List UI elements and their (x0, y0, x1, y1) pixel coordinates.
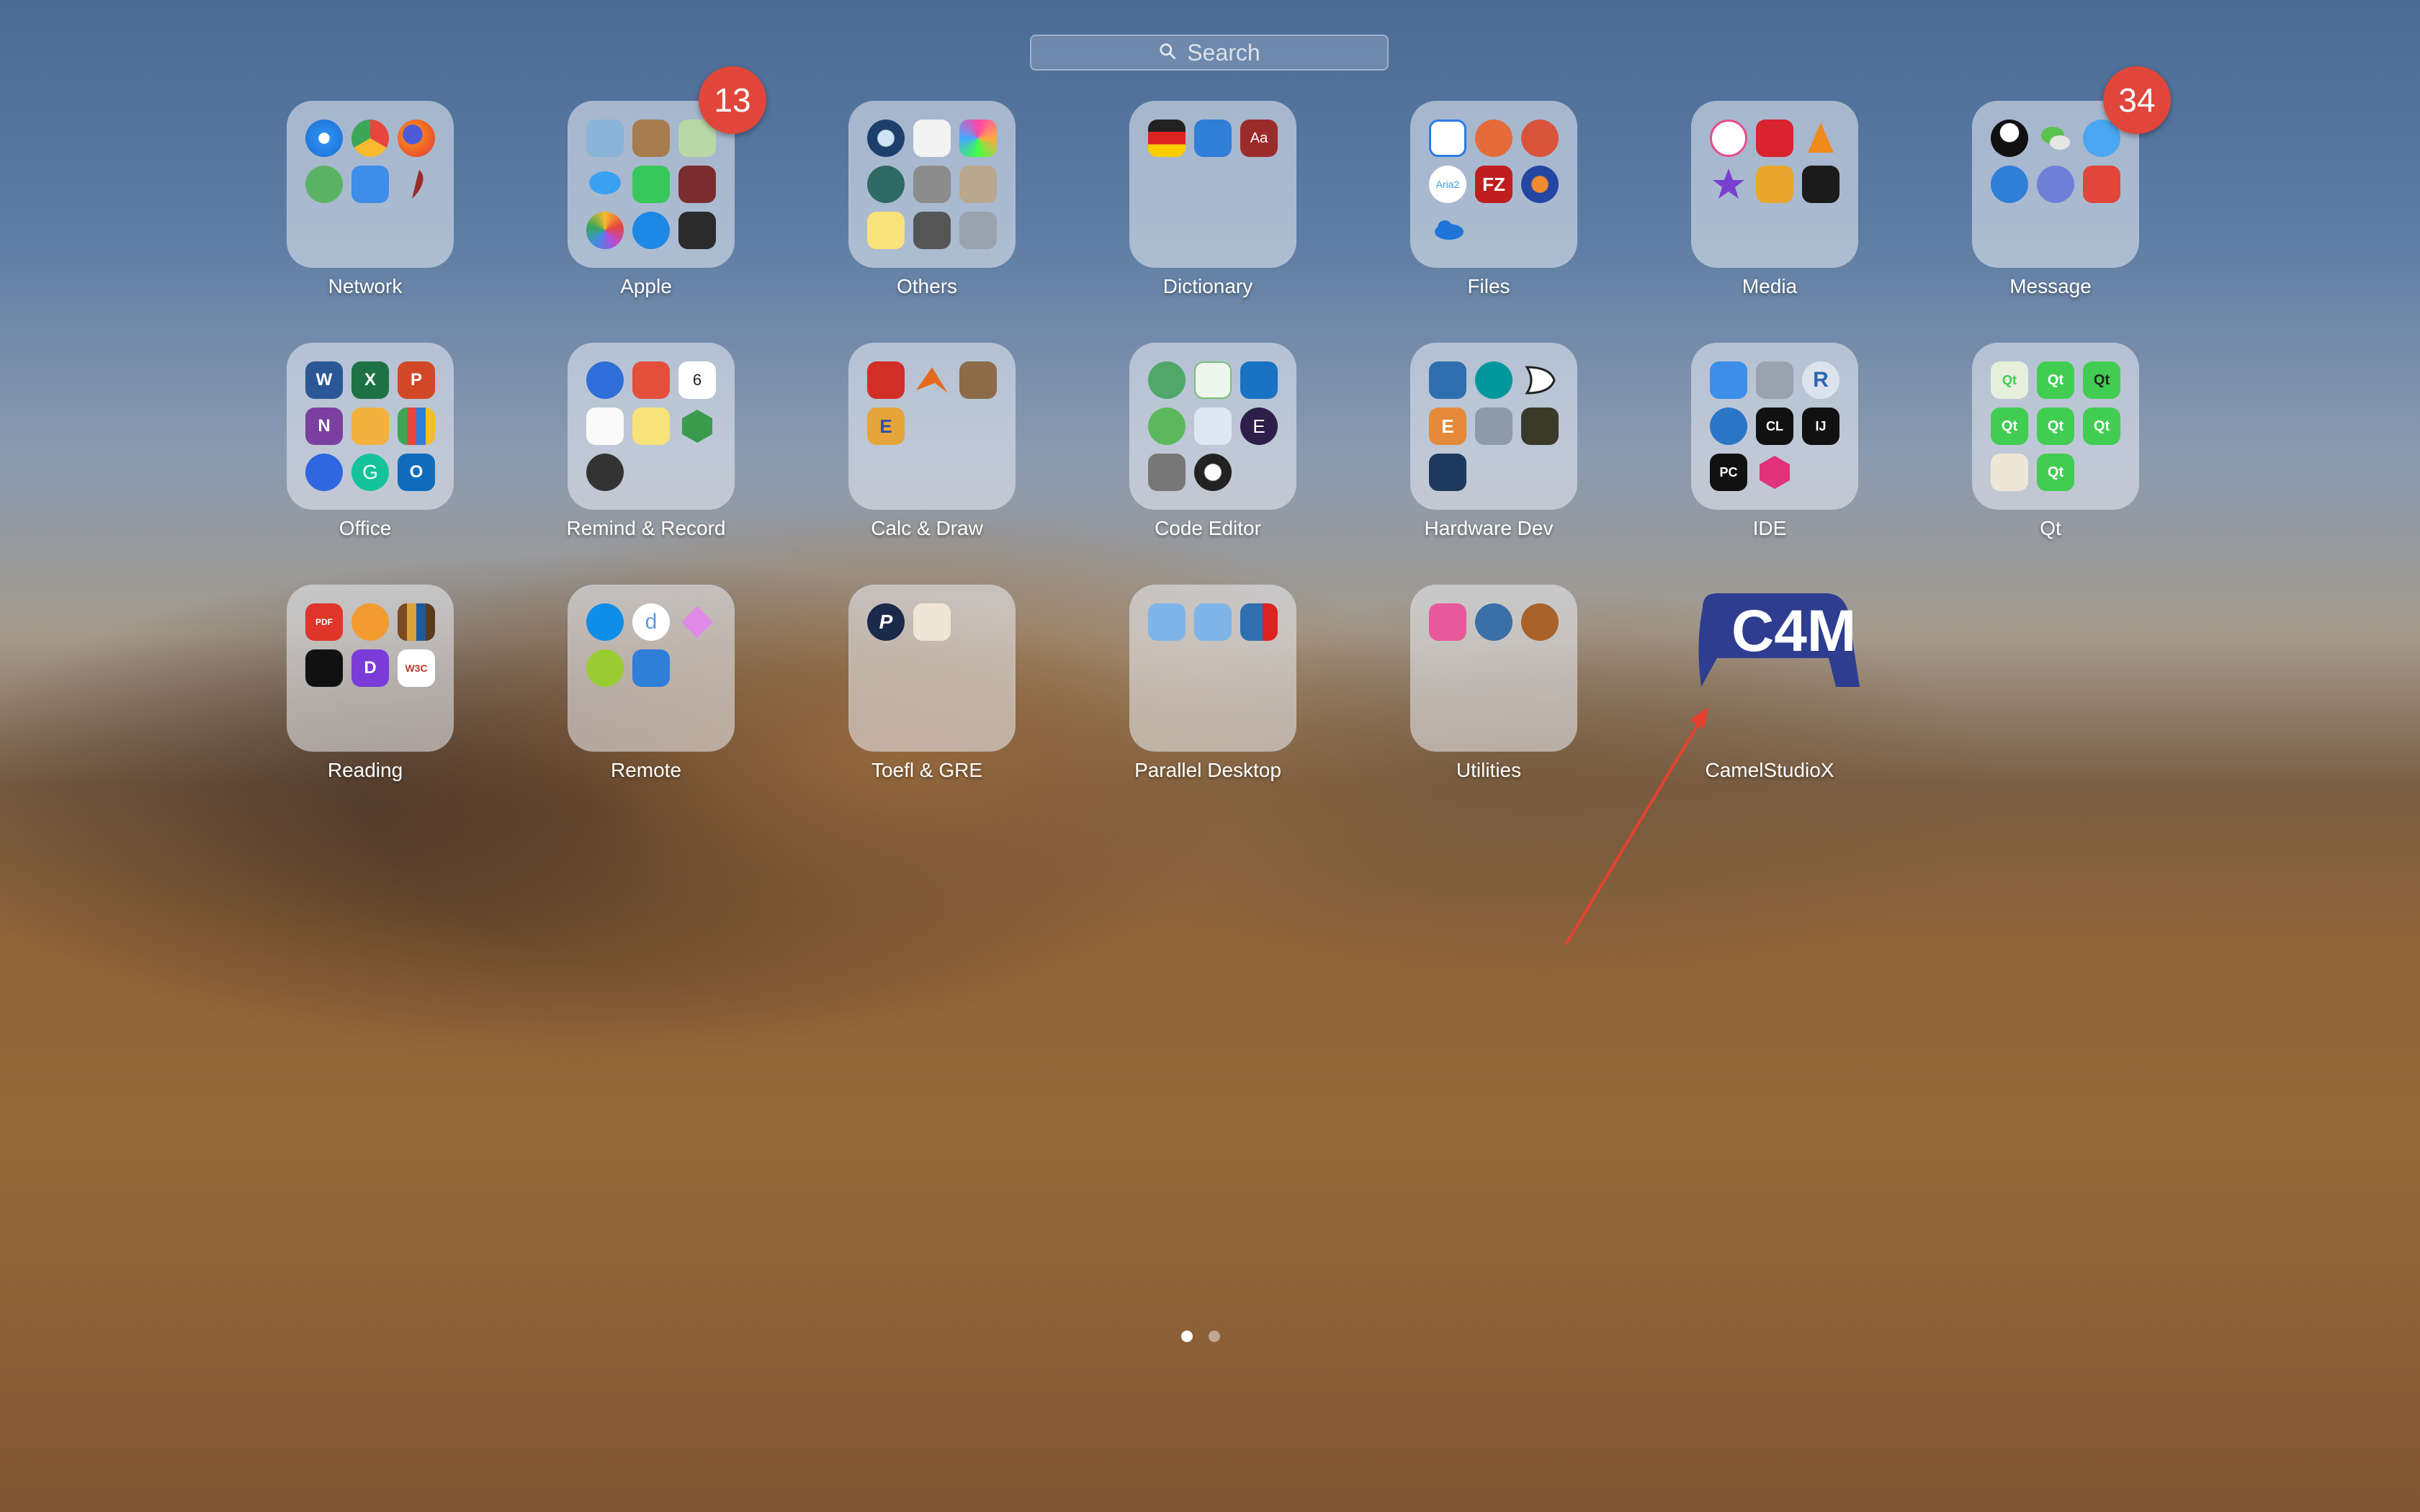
page-indicator (1181, 1331, 1220, 1342)
annotation-arrow-icon (1564, 707, 1708, 946)
page-dot-1[interactable] (1181, 1331, 1193, 1342)
page-dot-2[interactable] (1209, 1331, 1220, 1342)
